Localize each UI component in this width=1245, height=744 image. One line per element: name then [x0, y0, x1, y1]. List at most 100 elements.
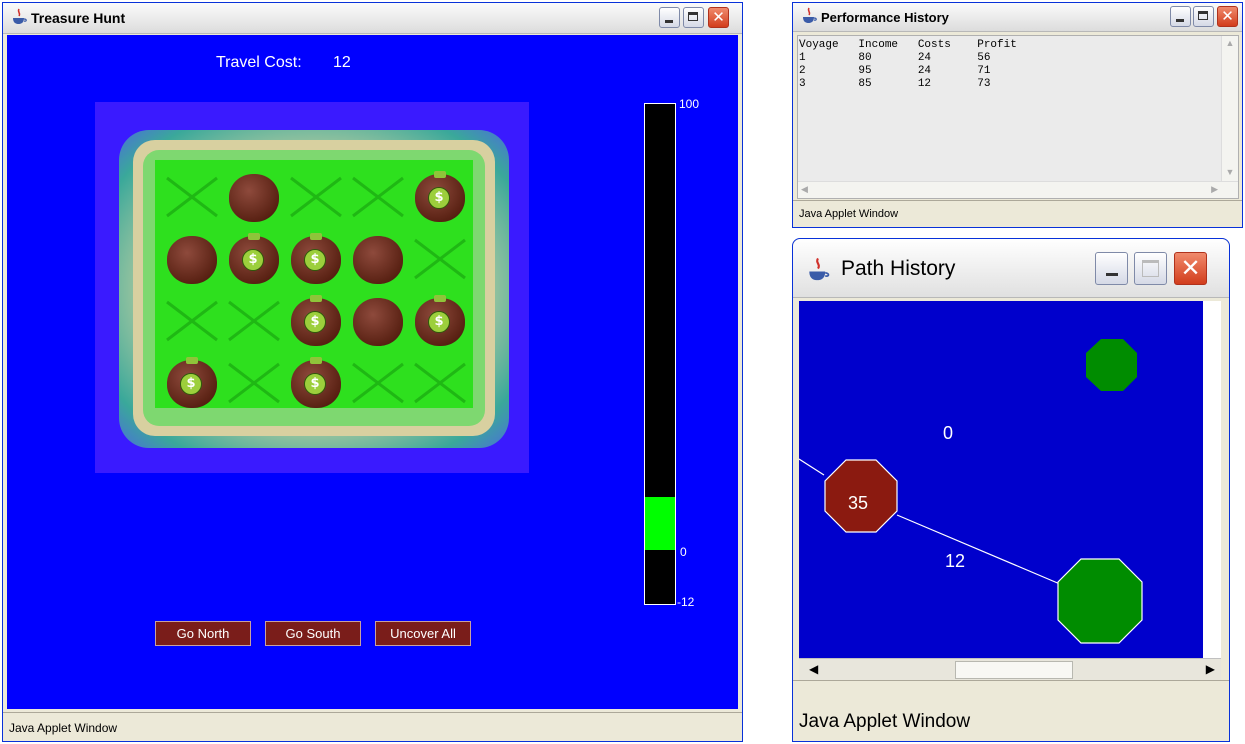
minimize-icon: [1106, 273, 1118, 276]
history-table: Voyage Income Costs Profit 1 80 24 56 2 …: [799, 39, 1030, 91]
rock-icon: [353, 236, 403, 284]
grid-cell: $: [223, 233, 285, 284]
grid-cell: $: [285, 233, 347, 284]
meter-zero-label: 0: [680, 545, 687, 559]
x-mark-icon: [166, 176, 218, 218]
status-bar: Java Applet Window: [793, 200, 1242, 227]
vertical-scrollbar[interactable]: ▲ ▼: [1221, 36, 1238, 181]
table-row: 1 80 24 56: [799, 52, 1031, 64]
brown-node-value: 35: [848, 493, 868, 513]
title-bar[interactable]: Performance History ✕: [793, 3, 1242, 32]
scroll-right-icon[interactable]: ▶: [1211, 184, 1218, 195]
grid-cell: [161, 236, 223, 284]
go-south-button[interactable]: Go South: [265, 621, 361, 646]
meter-fill: [645, 496, 675, 551]
minimize-button[interactable]: [1095, 252, 1128, 285]
scroll-left-icon[interactable]: ◀: [809, 662, 818, 676]
grid-cell: [347, 236, 409, 284]
money-bag-icon: $: [291, 357, 341, 408]
grid-cell: [409, 360, 471, 406]
java-icon: [809, 257, 830, 281]
scroll-right-icon[interactable]: ▶: [1206, 662, 1215, 676]
bag-tie: [310, 233, 322, 240]
title-bar[interactable]: Path History ✕: [793, 239, 1229, 298]
grid-cell: [161, 298, 223, 344]
table-row: 3 85 12 73: [799, 78, 1031, 90]
maximize-button[interactable]: [683, 7, 704, 28]
profit-meter: [644, 103, 676, 605]
table-row: 2 95 24 71: [799, 65, 1031, 77]
performance-history-window: Performance History ✕ Voyage Income Cost…: [792, 2, 1243, 228]
bag-tie: [248, 233, 260, 240]
path-horizontal-scrollbar[interactable]: ◀ ▶: [799, 658, 1221, 681]
scroll-left-icon[interactable]: ◀: [801, 184, 808, 195]
maximize-icon: [1142, 260, 1159, 277]
grid-cell: [223, 360, 285, 406]
horizontal-scrollbar[interactable]: ◀ ▶: [798, 181, 1238, 198]
path-graph: 0 35 12: [799, 301, 1203, 658]
money-bag-icon: $: [415, 295, 465, 346]
money-bag-icon: $: [229, 233, 279, 284]
close-button[interactable]: ✕: [708, 7, 729, 28]
x-mark-icon: [228, 300, 280, 342]
meter-max-label: 100: [679, 97, 700, 111]
grid-cell: [223, 174, 285, 222]
minimize-button[interactable]: [659, 7, 680, 28]
grid-cell: [347, 298, 409, 346]
path-vertical-gutter: [1203, 301, 1221, 658]
applet-canvas: Travel Cost: 12 $ $ $ $ $ $ $ 100 0 -12 Go Nor…: [7, 35, 738, 709]
close-button[interactable]: ✕: [1174, 252, 1207, 285]
minimize-icon: [1176, 19, 1184, 22]
minimize-button[interactable]: [1170, 6, 1191, 27]
grid-cell: [223, 298, 285, 344]
node-label-top: 0: [943, 423, 953, 443]
x-mark-icon: [166, 300, 218, 342]
money-bag-icon: $: [291, 233, 341, 284]
x-mark-icon: [228, 362, 280, 404]
meter-min-label: -12: [677, 595, 695, 609]
money-bag-icon: $: [167, 357, 217, 408]
window-title: Treasure Hunt: [31, 10, 126, 26]
edge-cost-label: 12: [945, 551, 965, 571]
x-mark-icon: [414, 362, 466, 404]
maximize-icon: [1198, 11, 1208, 20]
status-bar: Java Applet Window: [3, 712, 742, 741]
green-node-top: [1086, 339, 1137, 391]
treasure-hunt-window: Treasure Hunt ✕ Travel Cost: 12 $ $ $ $ $ $ $ …: [2, 2, 743, 742]
dollar-icon: $: [428, 187, 450, 209]
grid-cell: [161, 174, 223, 220]
history-text-area[interactable]: Voyage Income Costs Profit 1 80 24 56 2 …: [797, 35, 1239, 199]
scroll-up-icon[interactable]: ▲: [1224, 38, 1236, 50]
table-header: Voyage Income Costs Profit: [799, 39, 1031, 51]
grid-cell: [347, 174, 409, 220]
close-button[interactable]: ✕: [1217, 6, 1238, 27]
status-bar: Java Applet Window: [793, 680, 1229, 741]
grid-cell: [347, 360, 409, 406]
money-bag-icon: $: [415, 171, 465, 222]
island-map: $ $ $ $ $ $ $: [95, 102, 529, 473]
grid-cell: [409, 236, 471, 282]
status-text: Java Applet Window: [9, 721, 118, 735]
dollar-icon: $: [304, 373, 326, 395]
scroll-thumb[interactable]: [955, 661, 1073, 679]
java-icon: [803, 7, 817, 23]
close-icon: ✕: [712, 8, 725, 26]
grid-cell: $: [161, 357, 223, 408]
rock-icon: [229, 174, 279, 222]
maximize-button[interactable]: [1134, 252, 1167, 285]
travel-cost-label: Travel Cost:: [216, 54, 302, 71]
go-north-button[interactable]: Go North: [155, 621, 251, 646]
maximize-button[interactable]: [1193, 6, 1214, 27]
bag-tie: [434, 171, 446, 178]
x-mark-icon: [414, 238, 466, 280]
status-text: Java Applet Window: [799, 711, 971, 732]
close-icon: ✕: [1221, 7, 1234, 25]
treasure-grid: $ $ $ $ $ $ $: [161, 166, 471, 414]
uncover-all-button[interactable]: Uncover All: [375, 621, 471, 646]
dollar-icon: $: [304, 311, 326, 333]
java-icon: [13, 8, 27, 24]
scroll-down-icon[interactable]: ▼: [1224, 167, 1236, 179]
title-bar[interactable]: Treasure Hunt ✕: [3, 3, 742, 34]
dollar-icon: $: [180, 373, 202, 395]
bag-tie: [310, 295, 322, 302]
